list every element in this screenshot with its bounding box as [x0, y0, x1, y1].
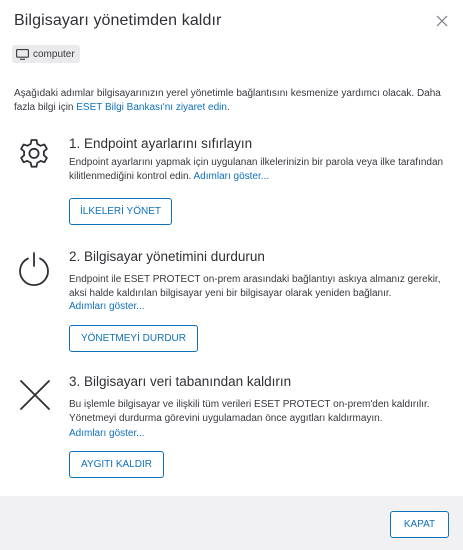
x-mark-icon	[20, 380, 50, 410]
step-2-show-steps-link[interactable]: Adımları göster...	[69, 301, 145, 312]
step-3-description: Bu işlemle bilgisayar ve ilişkili tüm ve…	[69, 399, 430, 424]
step-1-description: Endpoint ayarlarını yapmak için uygulana…	[69, 156, 449, 184]
step-1-title: 1. Endpoint ayarlarını sıfırlayın	[69, 136, 253, 151]
dialog-title: Bilgisayarı yönetimden kaldır	[14, 12, 222, 29]
step-1-show-steps-link[interactable]: Adımları göster...	[194, 171, 270, 182]
step-2-description: Endpoint ile ESET PROTECT on-prem arasın…	[69, 274, 441, 299]
step-2-title: 2. Bilgisayar yönetimini durdurun	[69, 249, 265, 264]
device-chip: computer	[12, 45, 80, 63]
intro-text: Aşağıdaki adımlar bilgisayarınızın yerel…	[14, 87, 454, 115]
device-name: computer	[33, 48, 75, 60]
manage-policies-button[interactable]: İLKELERİ YÖNET	[69, 198, 172, 225]
knowledge-base-link[interactable]: ESET Bilgi Bankası'nı ziyaret edin	[76, 102, 227, 113]
remove-device-button[interactable]: AYGITI KALDIR	[69, 451, 164, 478]
gear-icon	[20, 139, 48, 168]
monitor-icon	[16, 48, 29, 60]
close-button[interactable]: KAPAT	[390, 511, 449, 538]
dialog-footer: KAPAT	[0, 496, 463, 550]
intro-text-end: .	[226, 102, 230, 113]
remove-computer-dialog: Bilgisayarı yönetimden kaldır computer A…	[0, 0, 463, 550]
close-icon[interactable]	[435, 14, 449, 28]
power-icon	[19, 252, 49, 286]
step-3-show-steps-link[interactable]: Adımları göster...	[69, 428, 145, 439]
stop-managing-button[interactable]: YÖNETMEYİ DURDUR	[69, 325, 198, 352]
step-3-title: 3. Bilgisayarı veri tabanından kaldırın	[69, 374, 292, 389]
